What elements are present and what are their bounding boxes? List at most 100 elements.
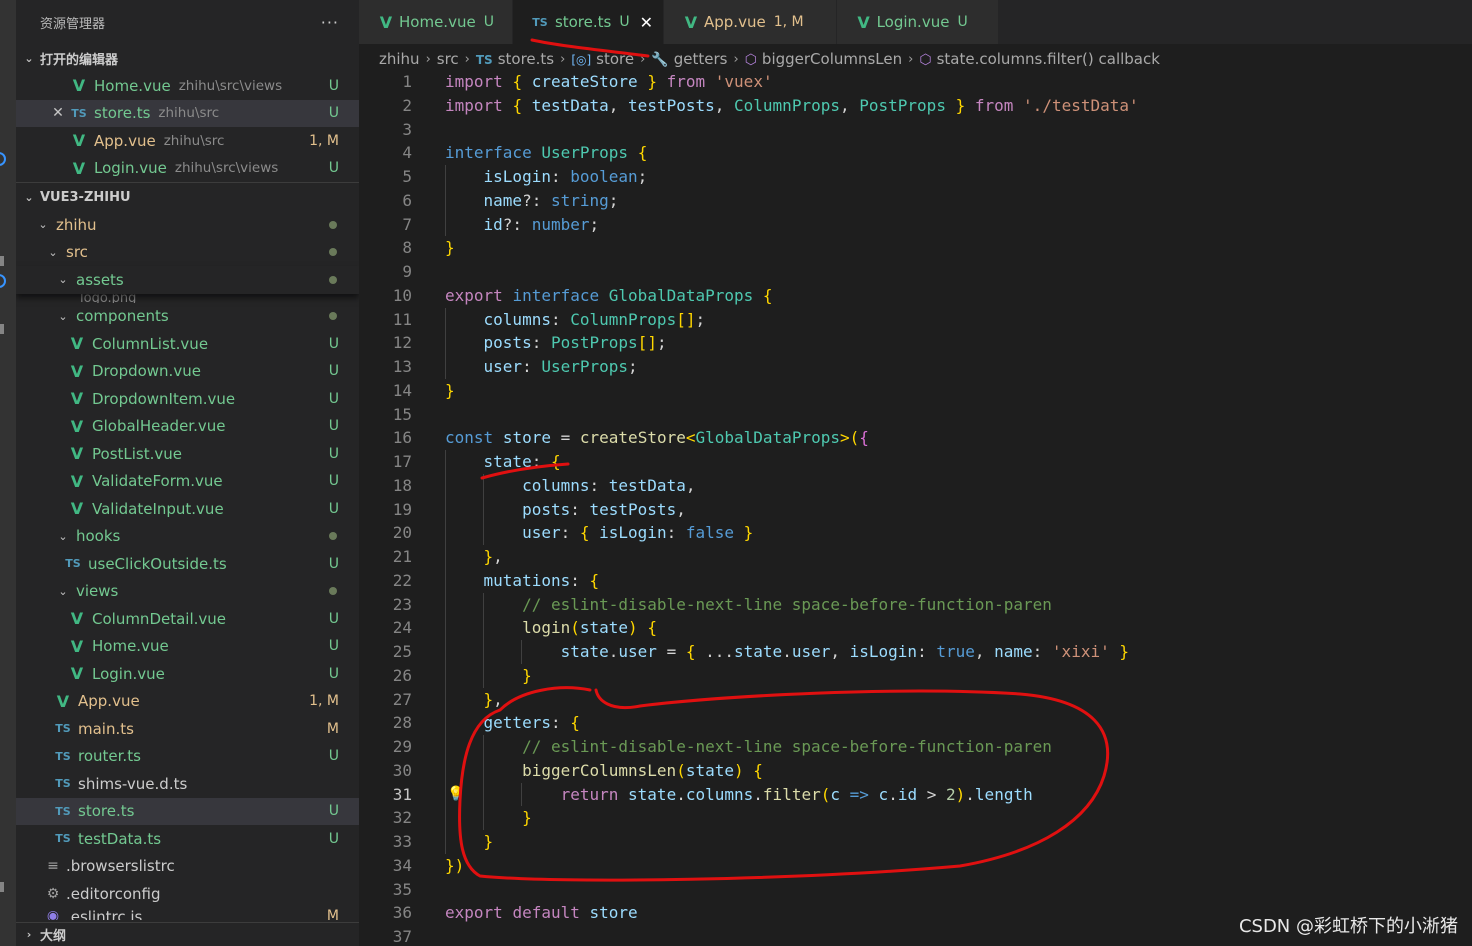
line-number: 6	[402, 190, 412, 210]
breadcrumb-item[interactable]: zhihu	[379, 50, 420, 68]
editor-tabs: V Home.vue U TS store.ts U ✕ V App.vue 1, M V Login…	[359, 0, 1472, 44]
breadcrumb-item[interactable]: TS store.ts	[476, 50, 554, 68]
code-line[interactable]: 6 name?: string;	[359, 188, 1472, 213]
file-item[interactable]: V ColumnList.vue U	[16, 330, 359, 358]
folder-hooks[interactable]: ⌄ hooks	[16, 523, 359, 551]
breadcrumb-item[interactable]: 🔧 getters	[651, 50, 727, 68]
file-item[interactable]: TS store.ts U	[16, 797, 359, 825]
file-item[interactable]: V ColumnDetail.vue U	[16, 605, 359, 633]
outline-section[interactable]: › 大纲	[16, 922, 359, 946]
code-line[interactable]: 4 interface UserProps {	[359, 141, 1472, 165]
file-item[interactable]: V DropdownItem.vue U	[16, 385, 359, 413]
file-item[interactable]: V Dropdown.vue U	[16, 358, 359, 386]
tab-home-vue[interactable]: V Home.vue U	[359, 0, 513, 44]
code-line[interactable]: 20 user: { isLogin: false }	[359, 521, 1472, 545]
file-item[interactable]: ⚙ .editorconfig	[16, 880, 359, 908]
code-line[interactable]: 23 // eslint-disable-next-line space-bef…	[359, 592, 1472, 617]
close-icon[interactable]: ✕	[640, 13, 653, 32]
file-item[interactable]: ≡ .browserslistrc	[16, 853, 359, 881]
code-line[interactable]: 17 state: {	[359, 450, 1472, 474]
code-line[interactable]: 32 }	[359, 806, 1472, 830]
code-line[interactable]: 22 mutations: {	[359, 568, 1472, 593]
code-line[interactable]: 14}	[359, 379, 1472, 403]
code-line[interactable]: 21 },	[359, 545, 1472, 569]
code-text: }	[445, 380, 455, 400]
close-icon[interactable]: ✕	[50, 105, 66, 121]
project-section[interactable]: ⌄ VUE3-ZHIHU	[16, 183, 359, 211]
open-editor-item[interactable]: V App.vue zhihu\src 1, M	[16, 127, 359, 155]
file-item[interactable]: TS main.ts M	[16, 715, 359, 743]
breadcrumb-item[interactable]: ⬡ state.columns.filter() callback	[919, 50, 1160, 68]
file-item[interactable]: TS testData.ts U	[16, 825, 359, 853]
extensions-badge-icon[interactable]	[0, 274, 6, 288]
line-number: 34	[392, 855, 412, 875]
line-number: 12	[392, 333, 412, 353]
code-line[interactable]: 9	[359, 260, 1472, 284]
code-line[interactable]: 15	[359, 403, 1472, 427]
code-line[interactable]: 5 isLogin: boolean;	[359, 165, 1472, 189]
code-line[interactable]: 16 const store = createStore<GlobalDataPr…	[359, 426, 1472, 450]
code-line[interactable]: 13 user: UserProps;	[359, 355, 1472, 379]
folder-zhihu[interactable]: ⌄ zhihu	[16, 211, 359, 239]
folder-src[interactable]: ⌄ src	[16, 239, 359, 267]
file-item[interactable]: V App.vue 1, M	[16, 688, 359, 716]
code-line[interactable]: 18 columns: testData,	[359, 473, 1472, 498]
file-item[interactable]: V PostList.vue U	[16, 440, 359, 468]
code-line[interactable]: 33 }	[359, 830, 1472, 854]
more-actions-icon[interactable]: ···	[321, 13, 339, 32]
code-line[interactable]: 34})	[359, 854, 1472, 878]
tab-app-vue[interactable]: V App.vue 1, M	[664, 0, 837, 44]
folder-components[interactable]: ⌄ components	[16, 303, 359, 331]
code-line[interactable]: 28 getters: {	[359, 711, 1472, 735]
file-item[interactable]: V GlobalHeader.vue U	[16, 413, 359, 441]
file-logo[interactable]: logo.png	[16, 294, 359, 303]
code-line[interactable]: 12 posts: PostProps[];	[359, 331, 1472, 355]
file-item[interactable]: TS useClickOutside.ts U	[16, 550, 359, 578]
file-item[interactable]: V Home.vue U	[16, 633, 359, 661]
folder-views[interactable]: ⌄ views	[16, 578, 359, 606]
ts-icon: TS	[55, 777, 71, 791]
project-title: VUE3-ZHIHU	[40, 189, 131, 205]
code-editor[interactable]: 1 import { createStore } from 'vuex' 2 impo…	[359, 70, 1472, 946]
code-line[interactable]: 25 state.user = { ...state.user, isLogin…	[359, 640, 1472, 664]
lightbulb-icon[interactable]: 💡	[447, 783, 464, 807]
file-label: Login.vue	[94, 159, 167, 178]
breadcrumb-item[interactable]: src	[437, 50, 459, 68]
breadcrumb-item[interactable]: [◎] store	[571, 50, 634, 68]
code-line[interactable]: 29 // eslint-disable-next-line space-bef…	[359, 735, 1472, 759]
open-editor-item[interactable]: V Home.vue zhihu\src\views U	[16, 72, 359, 100]
open-editor-item[interactable]: ✕ TS store.ts zhihu\src U	[16, 99, 359, 127]
file-item[interactable]: V Login.vue U	[16, 660, 359, 688]
code-line[interactable]: 24 login(state) {	[359, 616, 1472, 640]
code-line[interactable]: 30 biggerColumnsLen(state) {	[359, 758, 1472, 783]
code-line[interactable]: 19 posts: testPosts,	[359, 497, 1472, 522]
folder-assets[interactable]: ⌄ assets	[16, 266, 359, 294]
source-control-badge-icon[interactable]	[0, 152, 6, 166]
code-line[interactable]: 27 },	[359, 687, 1472, 712]
file-label: PostList.vue	[92, 444, 182, 463]
file-label: DropdownItem.vue	[92, 389, 236, 408]
file-item[interactable]: V ValidateForm.vue U	[16, 468, 359, 496]
code-line[interactable]: 7 id?: number;	[359, 212, 1472, 237]
chevron-down-icon: ⌄	[58, 584, 68, 598]
tab-store-ts[interactable]: TS store.ts U ✕	[512, 0, 664, 44]
code-line[interactable]: 2 import { testData, testPosts, ColumnPro…	[359, 94, 1472, 118]
code-text: columns: ColumnProps[];	[483, 309, 706, 329]
code-line[interactable]: 10 export interface GlobalDataProps {	[359, 284, 1472, 308]
code-line[interactable]: 3	[359, 118, 1472, 142]
breadcrumb-item[interactable]: ⬡ biggerColumnsLen	[745, 50, 902, 68]
code-line[interactable]: 26 }	[359, 663, 1472, 688]
tab-login-vue[interactable]: V Login.vue U	[836, 0, 999, 44]
open-editor-item[interactable]: V Login.vue zhihu\src\views U	[16, 155, 359, 183]
code-line[interactable]: 11 columns: ColumnProps[];	[359, 307, 1472, 332]
code-line[interactable]: 35	[359, 878, 1472, 902]
code-line[interactable]: 8}	[359, 236, 1472, 260]
code-line[interactable]: 31 return state.columns.filter(c => c.id…	[359, 782, 1472, 807]
file-item[interactable]: TS router.ts U	[16, 743, 359, 771]
file-item[interactable]: V ValidateInput.vue U	[16, 495, 359, 523]
open-editors-section[interactable]: ⌄ 打开的编辑器	[16, 44, 359, 72]
tab-label: Home.vue	[399, 13, 476, 31]
file-item[interactable]: ◉ .eslintrc.js M	[16, 908, 359, 920]
file-item[interactable]: TS shims-vue.d.ts	[16, 770, 359, 798]
code-line[interactable]: 1 import { createStore } from 'vuex'	[359, 70, 1472, 94]
